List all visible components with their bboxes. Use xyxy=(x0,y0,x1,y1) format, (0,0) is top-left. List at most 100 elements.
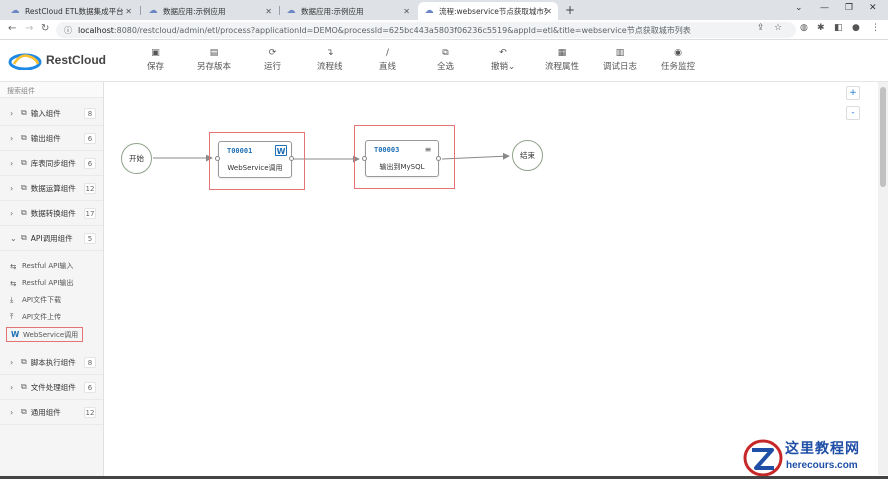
reload-icon[interactable]: ↻ xyxy=(41,23,49,34)
component-label: API文件上传 xyxy=(22,313,62,321)
start-node[interactable]: 开始 xyxy=(121,143,152,174)
browser-tab[interactable]: ☁ 数据应用:示例应用 ✕ xyxy=(280,2,416,20)
node-input-port[interactable] xyxy=(362,156,367,161)
new-tab-button[interactable]: + xyxy=(565,3,575,17)
cloud-icon: ☁ xyxy=(286,6,296,16)
component-webservice-call[interactable]: W WebService调用 xyxy=(6,327,84,342)
group-table-sync-components[interactable]: › ⧉ 库表同步组件 6 xyxy=(0,151,103,176)
scrollbar-thumb[interactable] xyxy=(880,87,886,187)
chevron-down-icon: ⌄ xyxy=(10,233,17,243)
group-label: 输出组件 xyxy=(30,133,61,143)
run-button[interactable]: ⟳ 运行 xyxy=(264,48,281,72)
component-label: API文件下载 xyxy=(22,296,62,304)
component-restful-api-input[interactable]: ⇆ Restful API输入 xyxy=(10,259,73,273)
task-monitor-button[interactable]: ◉ 任务监控 xyxy=(661,48,695,72)
url-input[interactable]: ⓘ localhost:8080/restcloud/admin/etl/pro… xyxy=(56,22,796,38)
undo-button[interactable]: ↶ 撤销⌄ xyxy=(491,48,515,72)
close-window-icon[interactable]: ✕ xyxy=(869,3,877,13)
group-label: 文件处理组件 xyxy=(30,382,76,392)
zoom-out-button[interactable]: - xyxy=(846,106,860,120)
node-id: T00003 xyxy=(374,146,400,154)
task-node-t00001[interactable]: T00001 W WebService调用 xyxy=(218,141,292,178)
straight-line-label: 直线 xyxy=(379,62,397,72)
group-api-components[interactable]: ⌄ ⧉ API调用组件 5 xyxy=(0,226,103,251)
zoom-in-button[interactable]: + xyxy=(846,86,860,100)
forward-icon[interactable]: → xyxy=(25,23,33,34)
extension-badge-icon[interactable]: ◍ xyxy=(800,23,808,33)
flow-line-button[interactable]: ↴ 流程线 xyxy=(317,48,343,72)
group-data-transform-components[interactable]: › ⧉ 数据转换组件 17 xyxy=(0,201,103,226)
group-label: 库表同步组件 xyxy=(30,158,76,168)
chevron-right-icon: › xyxy=(10,357,14,367)
select-all-icon: ⧉ xyxy=(442,48,449,58)
component-restful-api-output[interactable]: ⇆ Restful API输出 xyxy=(10,276,73,290)
info-icon[interactable]: ⓘ xyxy=(64,25,72,36)
debug-log-button[interactable]: ▥ 调试日志 xyxy=(603,48,637,72)
canvas-scrollbar[interactable] xyxy=(878,82,888,475)
group-data-compute-components[interactable]: › ⧉ 数据运算组件 12 xyxy=(0,176,103,201)
browser-tab-bar: ☁ RestCloud ETL数据集成平台 ✕ ☁ 数据应用:示例应用 ✕ ☁ … xyxy=(0,0,888,20)
search-input[interactable]: 搜索组件 xyxy=(0,82,103,98)
close-tab-icon[interactable]: ✕ xyxy=(545,7,552,16)
chevron-right-icon: › xyxy=(10,108,14,118)
browser-tab[interactable]: ☁ 数据应用:示例应用 ✕ xyxy=(142,2,278,20)
api-input-icon: ⇆ xyxy=(10,261,17,271)
component-group-icon: ⧉ xyxy=(21,357,27,366)
webservice-icon: W xyxy=(275,145,287,156)
extensions-puzzle-icon[interactable]: ✱ xyxy=(817,23,825,33)
database-output-icon: ≡ xyxy=(424,145,432,154)
node-label: WebService调用 xyxy=(227,164,283,172)
group-output-components[interactable]: › ⧉ 输出组件 6 xyxy=(0,126,103,151)
process-properties-icon: ▦ xyxy=(557,48,567,58)
group-input-components[interactable]: › ⧉ 输入组件 8 xyxy=(0,101,103,126)
logo: RestCloud xyxy=(8,50,106,70)
browser-tab-title: 流程:webservice节点获取城市列 xyxy=(439,6,547,16)
tab-search-icon[interactable]: ⌄ xyxy=(795,3,803,13)
bookmark-star-icon[interactable]: ☆ xyxy=(774,23,782,33)
file-download-icon: ⤓ xyxy=(10,295,14,304)
group-count-badge: 8 xyxy=(84,107,96,119)
group-count-badge: 6 xyxy=(84,157,96,169)
task-monitor-icon: ◉ xyxy=(674,48,682,58)
cloud-icon: ☁ xyxy=(148,6,158,16)
minimize-icon[interactable]: — xyxy=(820,3,829,13)
profile-avatar-icon[interactable]: ● xyxy=(852,23,860,33)
side-panel-icon[interactable]: ◧ xyxy=(834,23,843,33)
undo-label: 撤销 xyxy=(491,62,509,72)
save-button[interactable]: ▣ 保存 xyxy=(147,48,164,72)
process-properties-button[interactable]: ▦ 流程属性 xyxy=(545,48,579,72)
group-count-badge: 6 xyxy=(84,132,96,144)
group-file-components[interactable]: › ⧉ 文件处理组件 6 xyxy=(0,375,103,400)
component-api-file-download[interactable]: ⤓ API文件下载 xyxy=(10,293,61,307)
browser-tab-title: 数据应用:示例应用 xyxy=(163,6,226,16)
end-node[interactable]: 结束 xyxy=(512,140,543,171)
select-all-button[interactable]: ⧉ 全选 xyxy=(437,48,454,72)
close-tab-icon[interactable]: ✕ xyxy=(403,7,410,16)
save-as-icon: ▤ xyxy=(209,48,219,58)
component-api-file-upload[interactable]: ⤒ API文件上传 xyxy=(10,310,61,324)
node-output-port[interactable] xyxy=(436,156,441,161)
save-icon: ▣ xyxy=(151,48,160,58)
save-as-version-button[interactable]: ▤ 另存版本 xyxy=(197,48,231,72)
back-icon[interactable]: ← xyxy=(8,23,16,34)
close-tab-icon[interactable]: ✕ xyxy=(265,7,272,16)
browser-tab-title: RestCloud ETL数据集成平台 xyxy=(25,6,124,16)
watermark-title: 这里教程网 xyxy=(785,441,860,457)
browser-menu-icon[interactable]: ⋮ xyxy=(871,23,880,33)
webservice-icon: W xyxy=(11,330,20,339)
browser-tab-active[interactable]: ☁ 流程:webservice节点获取城市列 ✕ xyxy=(418,2,558,20)
group-common-components[interactable]: › ⧉ 通用组件 12 xyxy=(0,400,103,425)
maximize-icon[interactable]: ❐ xyxy=(845,3,853,13)
watermark-subtitle: herecours.com xyxy=(786,460,858,471)
browser-tab[interactable]: ☁ RestCloud ETL数据集成平台 ✕ xyxy=(4,2,138,20)
straight-line-button[interactable]: / 直线 xyxy=(379,48,396,72)
select-all-label: 全选 xyxy=(437,62,455,72)
share-icon[interactable]: ⇪ xyxy=(757,23,765,33)
app-header: RestCloud ▣ 保存 ▤ 另存版本 ⟳ 运行 ↴ 流程线 / 直线 ⧉ … xyxy=(0,40,888,82)
node-output-port[interactable] xyxy=(289,156,294,161)
task-node-t00003[interactable]: T00003 ≡ 输出到MySQL xyxy=(365,140,439,177)
group-script-components[interactable]: › ⧉ 脚本执行组件 8 xyxy=(0,350,103,375)
group-count-badge: 12 xyxy=(84,182,96,194)
close-tab-icon[interactable]: ✕ xyxy=(125,7,132,16)
node-input-port[interactable] xyxy=(215,156,220,161)
